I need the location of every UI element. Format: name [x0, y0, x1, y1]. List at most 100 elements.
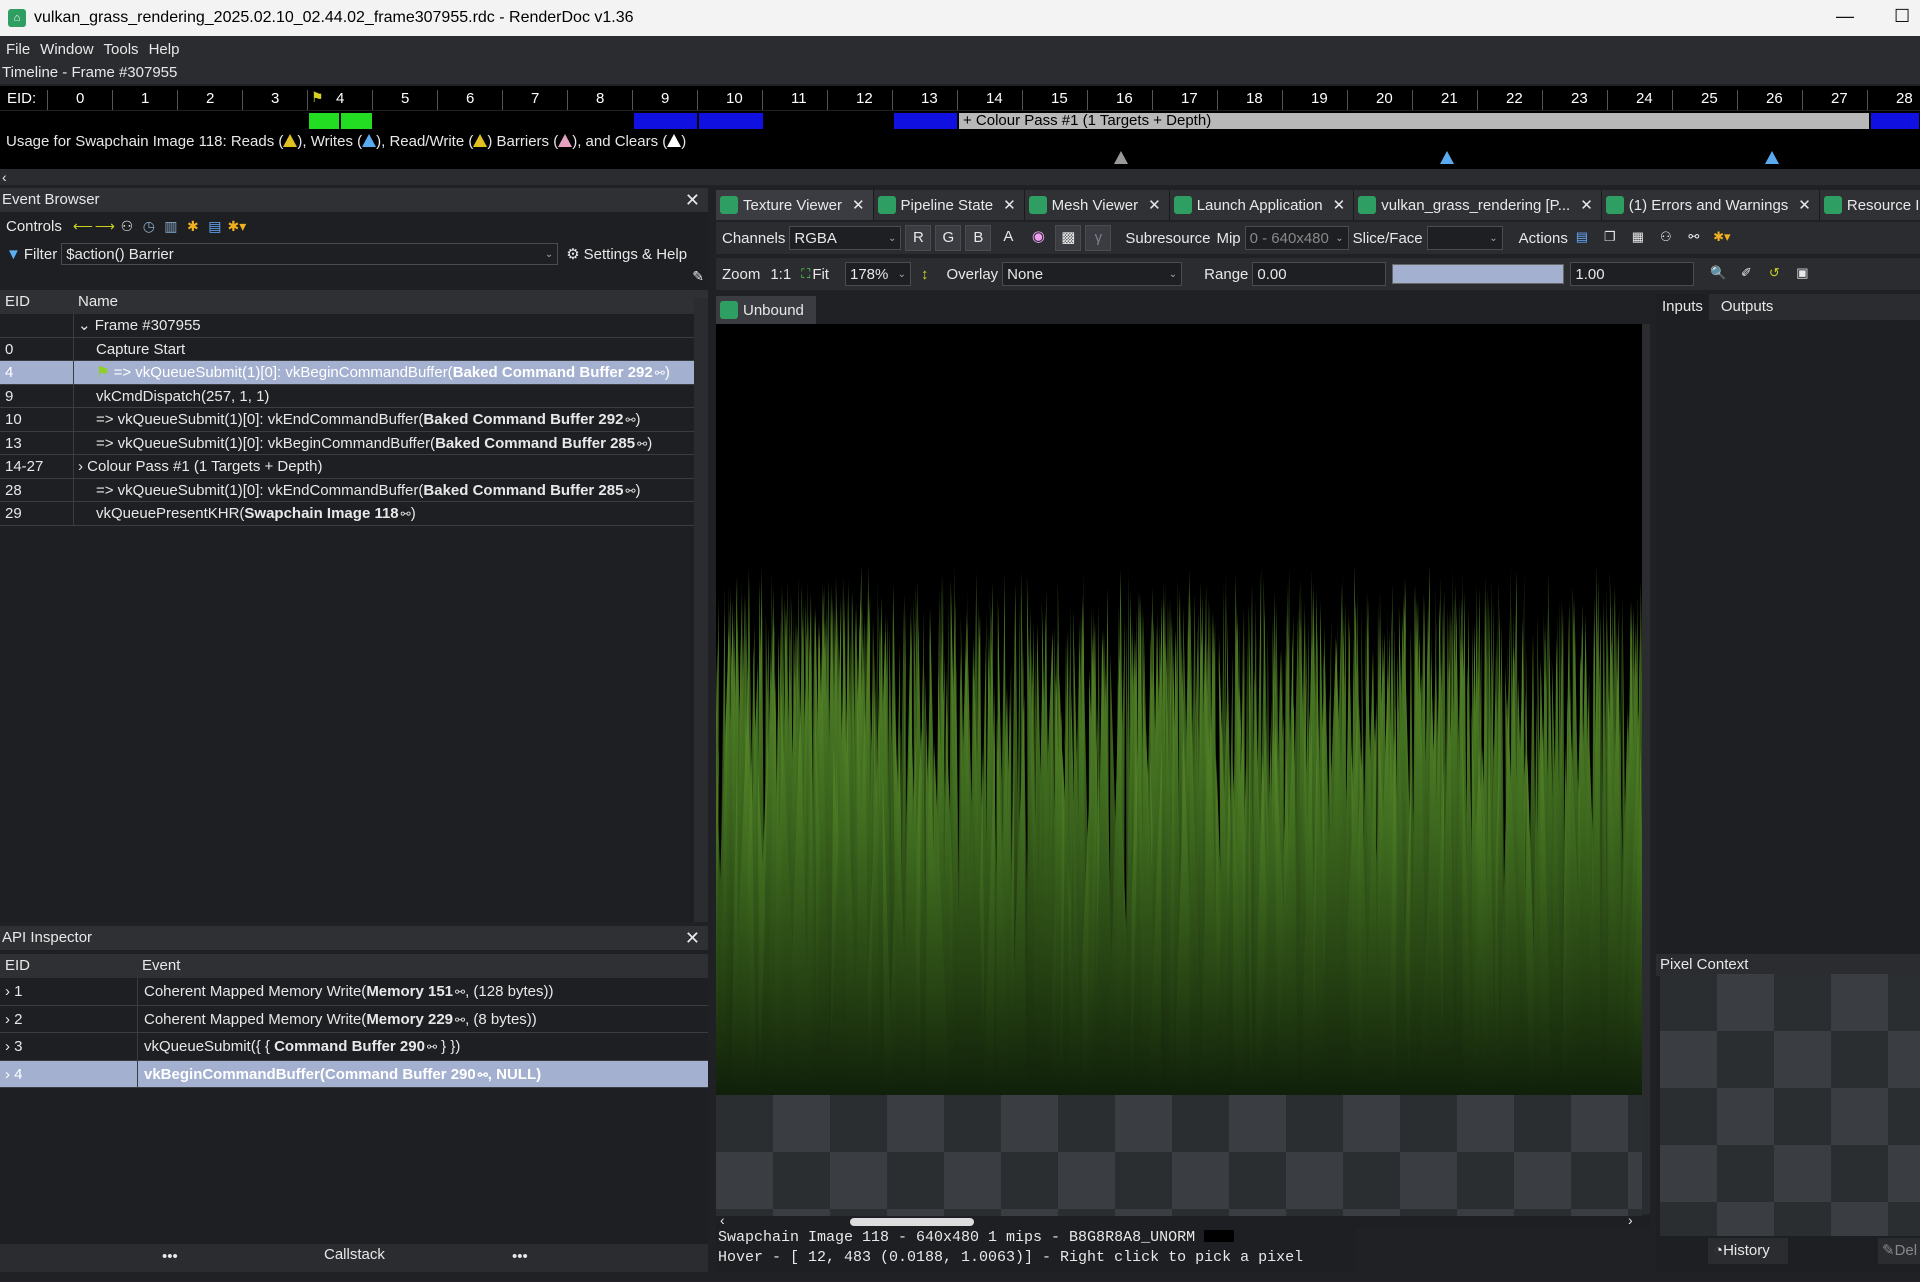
range-slider[interactable]	[1392, 264, 1565, 284]
callstack-label[interactable]: Callstack	[324, 1246, 385, 1263]
overlay-select[interactable]: None ⌄	[1002, 262, 1183, 286]
resource-link[interactable]: Baked Command Buffer 292	[423, 411, 623, 428]
slice-select[interactable]: ⌄	[1426, 226, 1503, 250]
channel-r-button[interactable]: R	[905, 225, 932, 251]
close-icon[interactable]: ✕	[1580, 196, 1593, 214]
api-row[interactable]: › 2 Coherent Mapped Memory Write(Memory 2…	[0, 1005, 708, 1033]
splitter-handle[interactable]: •••	[162, 1248, 178, 1265]
api-row[interactable]: › 3 vkQueueSubmit({ { Command Buffer 290 ⚯…	[0, 1033, 708, 1061]
scroll-left-icon[interactable]: ‹	[720, 1212, 725, 1228]
event-row[interactable]: 0 Capture Start	[0, 337, 708, 361]
range-max-input[interactable]: 1.00	[1570, 262, 1695, 286]
stats-chart-icon[interactable]: ▥	[160, 218, 182, 235]
menu-file[interactable]: File	[6, 41, 30, 58]
col-eid[interactable]: EID	[0, 954, 138, 978]
resource-link-icon[interactable]: ⚯	[455, 1013, 465, 1027]
timeline-marker[interactable]	[308, 112, 340, 130]
menu-help[interactable]: Help	[149, 41, 180, 58]
fit-icon[interactable]: ⛶	[801, 266, 810, 282]
rendered-texture[interactable]	[716, 324, 1642, 1095]
resource-link-icon[interactable]: ⚯	[655, 366, 665, 380]
resource-link-icon[interactable]: ⚯	[625, 413, 635, 427]
save-icon[interactable]: ▤	[204, 218, 226, 235]
minimize-icon[interactable]: —	[1836, 6, 1854, 27]
history-button[interactable]: ◔History	[1708, 1238, 1788, 1264]
auto-fit-wand-icon[interactable]: ✐	[1736, 265, 1756, 283]
col-event[interactable]: Event	[138, 954, 180, 978]
event-row[interactable]: 14-27 › Colour Pass #1 (1 Targets + Depth…	[0, 455, 708, 479]
close-icon[interactable]: ✕	[1798, 196, 1811, 214]
expand-right-icon[interactable]: ›	[74, 458, 87, 475]
gamma-icon[interactable]: γ	[1085, 225, 1112, 251]
copy-icon[interactable]: ❐	[1600, 229, 1620, 247]
event-row[interactable]: ⌄ Frame #307955	[0, 314, 708, 338]
resource-link-icon[interactable]: ⚯	[427, 1040, 437, 1054]
timeline-ruler[interactable]: EID: 0 1 2 3 4 5 6 7 8 9 10 11 12 13 14 15 16 17 18 19 20 21 2…	[0, 86, 1920, 110]
timeline-scrollbar[interactable]: ‹	[0, 169, 1920, 185]
find-binoculars-icon[interactable]: ⚇	[116, 218, 138, 235]
close-icon[interactable]: ✕	[685, 926, 708, 950]
tab-0[interactable]: Texture Viewer ✕	[716, 190, 874, 220]
close-icon[interactable]: ✕	[852, 196, 865, 214]
range-min-input[interactable]: 0.00	[1252, 262, 1387, 286]
event-row[interactable]: 4 ⚑ => vkQueueSubmit(1)[0]: vkBeginComman…	[0, 361, 708, 385]
tab-5[interactable]: (1) Errors and Warnings ✕	[1601, 190, 1820, 220]
outputs-tab[interactable]: Outputs	[1709, 294, 1786, 320]
timeline-bars[interactable]: + Colour Pass #1 (1 Targets + Depth)	[0, 111, 1920, 131]
tab-2[interactable]: Mesh Viewer ✕	[1024, 190, 1170, 220]
unbound-tab[interactable]: Unbound	[716, 296, 816, 324]
gear-icon[interactable]: ⚙	[566, 245, 579, 263]
event-row[interactable]: 29 vkQueuePresentKHR(Swapchain Image 118 ⚯…	[0, 502, 708, 526]
expand-right-icon[interactable]: ›	[5, 983, 14, 1000]
time-clock-icon[interactable]: ◷	[138, 218, 160, 235]
settings-help-button[interactable]: Settings & Help	[584, 246, 687, 263]
viewport-h-scrollbar[interactable]: ‹ ›	[716, 1212, 1650, 1228]
col-name[interactable]: Name	[74, 290, 118, 314]
viewport-v-scrollbar[interactable]	[1642, 324, 1650, 1214]
colour-pass-bar[interactable]: + Colour Pass #1 (1 Targets + Depth)	[958, 112, 1870, 130]
usage-marker-clear-icon[interactable]	[1114, 151, 1128, 164]
scroll-right-icon[interactable]: ›	[1628, 1212, 1633, 1228]
channel-g-button[interactable]: G	[935, 225, 962, 251]
resource-link[interactable]: Command Buffer 290	[325, 1066, 476, 1083]
resource-link-icon[interactable]: ⚯	[401, 507, 411, 521]
checkerboard-icon[interactable]: ▩	[1055, 225, 1082, 251]
tab-6[interactable]: Resource Inspector✕	[1819, 190, 1920, 220]
usage-marker-write-icon[interactable]	[1440, 151, 1454, 164]
flip-vertical-icon[interactable]: ↕	[921, 266, 929, 283]
settings-dropdown-icon[interactable]: ✱▾	[226, 218, 248, 235]
close-icon[interactable]: ✕	[1003, 196, 1016, 214]
bookmark-star-icon[interactable]: ✱	[182, 218, 204, 235]
link-icon[interactable]: ⚯	[1684, 229, 1704, 247]
timeline-marker[interactable]	[698, 112, 764, 130]
filter-input[interactable]: $action() Barrier ⌄	[61, 243, 559, 265]
edit-note-icon[interactable]: ✎	[692, 268, 704, 284]
mip-select[interactable]: 0 - 640x480 ⌄	[1244, 226, 1349, 250]
resource-link[interactable]: Swapchain Image 118	[244, 505, 398, 522]
timeline-marker[interactable]	[340, 112, 373, 130]
resource-link-icon[interactable]: ⚯	[478, 1068, 488, 1082]
close-icon[interactable]: ✕	[1333, 196, 1346, 214]
menu-tools[interactable]: Tools	[104, 41, 139, 58]
tab-1[interactable]: Pipeline State ✕	[873, 190, 1025, 220]
timeline-marker[interactable]	[633, 112, 698, 130]
timeline-marker[interactable]	[893, 112, 958, 130]
resource-link-icon[interactable]: ⚯	[625, 484, 635, 498]
resource-link[interactable]: Baked Command Buffer 285	[423, 482, 623, 499]
event-row[interactable]: 28 => vkQueueSubmit(1)[0]: vkEndCommandBu…	[0, 478, 708, 502]
next-arrow-icon[interactable]: ⟶	[94, 218, 116, 235]
resource-link[interactable]: Memory 229	[366, 1011, 453, 1028]
expand-down-icon[interactable]: ⌄	[74, 317, 95, 334]
resource-link[interactable]: Memory 151	[366, 983, 453, 1000]
usage-marker-write-icon[interactable]	[1765, 151, 1779, 164]
resource-link[interactable]: Baked Command Buffer 285	[435, 435, 635, 452]
expand-right-icon[interactable]: ›	[5, 1038, 14, 1055]
close-icon[interactable]: ✕	[1148, 196, 1161, 214]
expand-right-icon[interactable]: ›	[5, 1066, 14, 1083]
api-row[interactable]: › 4 vkBeginCommandBuffer(Command Buffer 2…	[0, 1060, 708, 1088]
resource-link-icon[interactable]: ⚯	[637, 437, 647, 451]
color-wheel-icon[interactable]: ◉	[1025, 225, 1051, 251]
zoom-1to1-button[interactable]: 1:1	[770, 266, 791, 283]
channel-a-button[interactable]: A	[995, 225, 1021, 251]
zoom-select[interactable]: 178% ⌄	[844, 262, 911, 286]
